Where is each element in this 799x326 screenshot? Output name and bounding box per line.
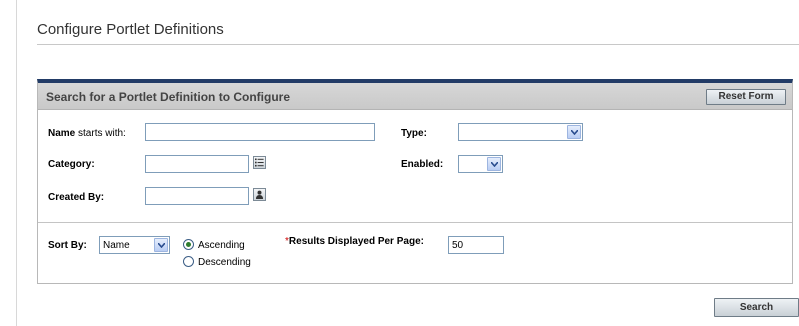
chevron-down-icon[interactable] (154, 238, 168, 252)
search-button[interactable]: Search (714, 298, 799, 317)
panel-title: Search for a Portlet Definition to Confi… (46, 90, 291, 104)
created-by-label: Created By: (48, 192, 105, 203)
ascending-label[interactable]: Ascending (198, 240, 245, 251)
left-divider (16, 0, 17, 326)
category-label: Category: (48, 159, 95, 170)
panel-header: Search for a Portlet Definition to Confi… (38, 83, 792, 110)
user-icon[interactable] (253, 188, 266, 201)
list-icon[interactable] (253, 156, 266, 169)
type-label: Type: (401, 128, 427, 139)
descending-radio[interactable] (183, 256, 194, 267)
name-label-rest: starts with: (75, 128, 126, 139)
page-title: Configure Portlet Definitions (37, 21, 224, 38)
sort-by-label: Sort By: (48, 240, 87, 251)
results-per-page-input[interactable] (448, 236, 504, 254)
category-input[interactable] (145, 155, 249, 173)
name-label: Name starts with: (48, 128, 126, 139)
radio-selected-dot (186, 242, 191, 247)
search-panel: Search for a Portlet Definition to Confi… (37, 79, 793, 284)
chevron-down-icon[interactable] (487, 157, 501, 171)
descending-label[interactable]: Descending (198, 257, 251, 268)
name-input[interactable] (145, 123, 375, 141)
sort-by-value: Name (103, 240, 130, 251)
title-divider (37, 44, 799, 45)
results-per-page-label: *Results Displayed Per Page: (285, 236, 424, 247)
type-select[interactable] (458, 123, 583, 141)
section-divider (38, 222, 792, 223)
sort-by-select[interactable]: Name (99, 236, 170, 254)
enabled-label: Enabled: (401, 159, 444, 170)
name-label-bold: Name (48, 128, 76, 139)
chevron-down-icon[interactable] (567, 125, 581, 139)
created-by-input[interactable] (145, 187, 249, 205)
results-per-page-text: Results Displayed Per Page: (288, 236, 424, 247)
ascending-radio[interactable] (183, 239, 194, 250)
reset-form-button[interactable]: Reset Form (706, 89, 786, 105)
enabled-select[interactable] (458, 155, 503, 173)
